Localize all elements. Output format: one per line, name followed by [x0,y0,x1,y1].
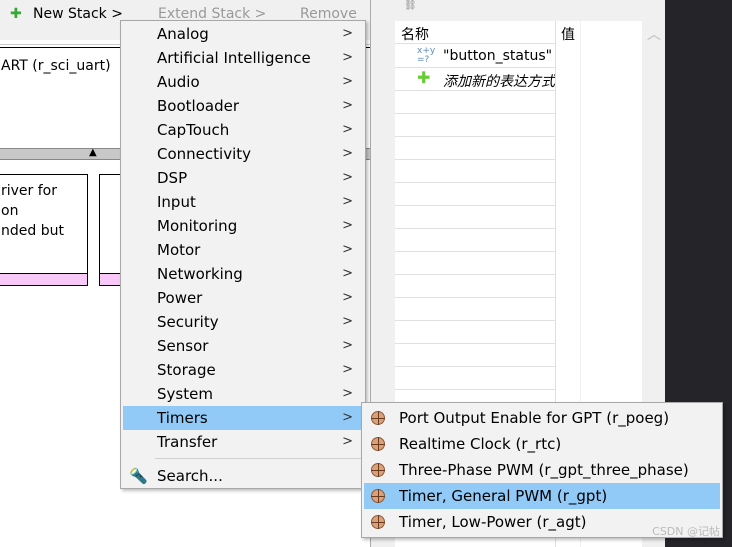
menu-item-label: Search... [157,467,223,485]
chevron-right-icon: > [342,122,353,137]
menu-item-label: Security [157,313,219,331]
menu-item-networking[interactable]: Networking > [123,262,363,286]
menu-item-analog[interactable]: Analog > [123,22,363,46]
table-row[interactable]: ✚ 添加新的表达方式 [395,68,580,91]
menu-item-power[interactable]: Power > [123,286,363,310]
menu-item-label: Transfer [157,433,218,451]
submenu-item-label: Three-Phase PWM (r_gpt_three_phase) [399,461,689,479]
menu-item-timers[interactable]: Timers > [123,406,363,430]
menu-item-label: Input [157,193,196,211]
table-row[interactable]: x+y =? "button_status" [395,45,580,68]
menu-item-artificial-intelligence[interactable]: Artificial Intelligence > [123,46,363,70]
submenu-item-label: Realtime Clock (r_rtc) [399,435,562,453]
menu-item-audio[interactable]: Audio > [123,70,363,94]
chevron-right-icon: > [342,218,353,233]
menu-item-label: DSP [157,169,188,187]
menu-item-sensor[interactable]: Sensor > [123,334,363,358]
menu-item-monitoring[interactable]: Monitoring > [123,214,363,238]
plus-icon: ✚ [417,68,431,87]
chevron-right-icon: > [342,194,353,209]
menu-item-captouch[interactable]: CapTouch > [123,118,363,142]
chevron-right-icon: > [342,434,353,449]
column-value-header[interactable]: 值 [561,24,575,44]
chevron-right-icon: > [342,362,353,377]
menu-item-search[interactable]: 🔦 Search... [123,464,363,488]
menu-item-label: Audio [157,73,200,91]
submenu-item-label: Timer, Low-Power (r_agt) [399,513,587,531]
component-icon [371,437,385,451]
add-expression[interactable]: 添加新的表达方式 [443,71,555,91]
chevron-right-icon: > [342,26,353,41]
watermark: CSDN @记帖 [652,525,720,538]
menu-item-label: Bootloader [157,97,239,115]
new-stack-icon: ✚ [10,6,22,22]
chevron-right-icon: > [342,74,353,89]
submenu-item-label: Timer, General PWM (r_gpt) [399,487,608,505]
menu-item-label: Connectivity [157,145,251,163]
menu-separator [155,458,363,459]
collapse-arrow-icon[interactable]: ▲ [89,147,97,158]
menu-item-transfer[interactable]: Transfer > [123,430,363,454]
card-text-line: on [1,203,19,219]
chevron-right-icon: > [342,170,353,185]
flashlight-icon: 🔦 [129,467,148,485]
column-name-header[interactable]: 名称 [401,24,429,44]
submenu-item[interactable]: Three-Phase PWM (r_gpt_three_phase) [364,457,720,483]
card-text-line: river for [1,183,57,199]
chevron-right-icon: > [342,50,353,65]
submenu-item[interactable]: Timer, General PWM (r_gpt) [364,483,720,509]
submenu-item[interactable]: Realtime Clock (r_rtc) [364,431,720,457]
card-footer [0,273,87,285]
menu-item-label: Timers [157,409,208,427]
table-header: 名称 [395,21,580,44]
chevron-right-icon: > [342,290,353,305]
card-text-line: nded but [1,223,64,239]
menu-item-label: Analog [157,25,209,43]
menu-item-system[interactable]: System > [123,382,363,406]
component-icon [371,411,385,425]
menu-item-input[interactable]: Input > [123,190,363,214]
component-icon [371,515,385,529]
submenu-item[interactable]: Port Output Enable for GPT (r_poeg) [364,405,720,431]
chevron-right-icon: > [342,386,353,401]
scroll-up-icon[interactable]: ︿ [647,24,661,44]
submenu-item-label: Port Output Enable for GPT (r_poeg) [399,409,670,427]
menu-item-bootloader[interactable]: Bootloader > [123,94,363,118]
menu-item-label: Monitoring [157,217,238,235]
chevron-right-icon: > [342,266,353,281]
chevron-right-icon: > [342,410,353,425]
menu-item-storage[interactable]: Storage > [123,358,363,382]
driver-card[interactable]: river for on nded but [0,174,88,286]
uart-label: ART (r_sci_uart) [1,58,111,74]
menu-item-label: Sensor [157,337,209,355]
menu-item-label: Artificial Intelligence [157,49,311,67]
new-stack-menu: Analog > Artificial Intelligence > Audio > Boo… [120,20,366,489]
timers-submenu: Port Output Enable for GPT (r_poeg) Realt… [361,402,723,538]
menu-item-label: Storage [157,361,216,379]
chevron-right-icon: > [342,242,353,257]
new-stack-button[interactable]: New Stack > [33,6,123,22]
menu-item-connectivity[interactable]: Connectivity > [123,142,363,166]
menu-item-motor[interactable]: Motor > [123,238,363,262]
chain-icon: ⛓ [404,0,417,11]
menu-item-label: Networking [157,265,243,283]
menu-item-label: Power [157,289,203,307]
menu-item-label: Motor [157,241,201,259]
chevron-right-icon: > [342,146,353,161]
menu-item-label: CapTouch [157,121,230,139]
menu-item-security[interactable]: Security > [123,310,363,334]
chevron-right-icon: > [342,98,353,113]
component-icon [371,463,385,477]
chevron-right-icon: > [342,338,353,353]
expression-name: "button_status" [443,48,553,64]
expression-icon: x+y =? [417,46,436,65]
component-icon [371,489,385,503]
menu-item-dsp[interactable]: DSP > [123,166,363,190]
chevron-right-icon: > [342,314,353,329]
menu-item-label: System [157,385,213,403]
